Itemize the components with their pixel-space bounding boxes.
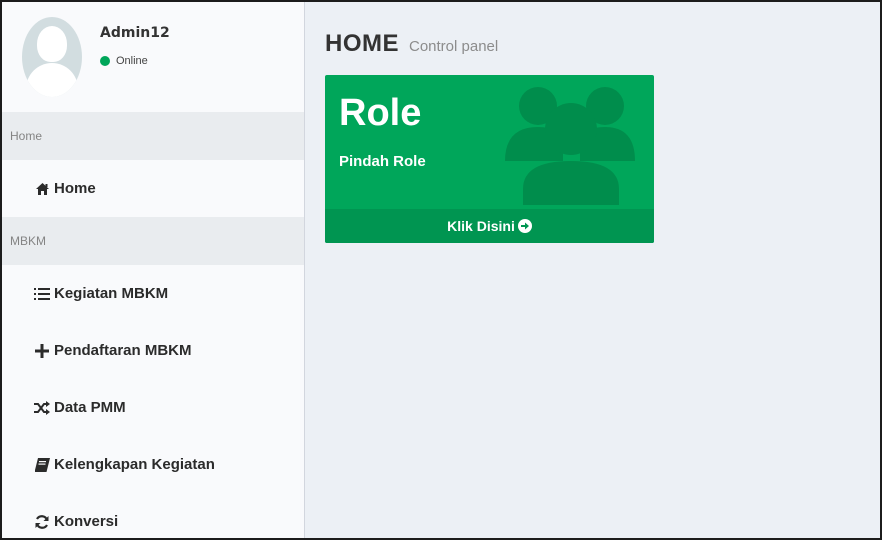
sidebar: Admin12 Online Home Home MBKM Kegiatan M…	[2, 2, 305, 538]
main-content: HOME Control panel Role Pindah Role Klik	[305, 2, 880, 538]
role-small-box: Role Pindah Role Klik Disini	[325, 75, 654, 243]
sidebar-item-label: Konversi	[54, 513, 119, 530]
page-title: HOME	[325, 30, 399, 57]
sidebar-item-data-pmm[interactable]: Data PMM	[2, 379, 304, 436]
list-icon	[34, 287, 50, 301]
user-status: Online	[100, 55, 170, 67]
sidebar-item-kegiatan-mbkm[interactable]: Kegiatan MBKM	[2, 265, 304, 322]
user-name: Admin12	[100, 25, 170, 41]
page-subtitle: Control panel	[409, 38, 499, 55]
sidebar-item-label: Home	[54, 180, 96, 197]
menu-header-home: Home	[2, 112, 304, 160]
content-header: HOME Control panel	[325, 2, 880, 58]
refresh-icon	[34, 514, 50, 529]
plus-icon	[34, 343, 50, 358]
book-icon	[34, 457, 50, 472]
sidebar-item-label: Kelengkapan Kegiatan	[54, 456, 215, 473]
sidebar-item-home[interactable]: Home	[2, 160, 304, 217]
avatar-shoulders	[26, 63, 78, 97]
menu-header-mbkm: MBKM	[2, 217, 304, 265]
sidebar-item-label: Pendaftaran MBKM	[54, 342, 192, 359]
avatar-head	[37, 26, 67, 62]
sidebar-item-konversi[interactable]: Konversi	[2, 493, 304, 538]
role-box-footer-link[interactable]: Klik Disini	[325, 209, 654, 243]
role-box-footer-label: Klik Disini	[447, 218, 515, 234]
sidebar-item-kelengkapan-kegiatan[interactable]: Kelengkapan Kegiatan	[2, 436, 304, 493]
user-status-label: Online	[116, 55, 148, 67]
role-box-inner: Role Pindah Role	[325, 75, 654, 170]
user-info: Admin12 Online	[100, 17, 170, 67]
role-box-subtitle: Pindah Role	[339, 153, 426, 170]
user-panel: Admin12 Online	[2, 2, 304, 112]
random-icon	[34, 400, 50, 415]
online-status-dot-icon	[100, 56, 110, 66]
avatar	[22, 17, 82, 97]
sidebar-item-pendaftaran-mbkm[interactable]: Pendaftaran MBKM	[2, 322, 304, 379]
sidebar-item-label: Data PMM	[54, 399, 126, 416]
sidebar-item-label: Kegiatan MBKM	[54, 285, 169, 302]
arrow-circle-right-icon	[517, 219, 532, 233]
app-frame: Admin12 Online Home Home MBKM Kegiatan M…	[0, 0, 882, 540]
role-box-title: Role	[339, 92, 422, 134]
home-icon	[34, 182, 50, 196]
